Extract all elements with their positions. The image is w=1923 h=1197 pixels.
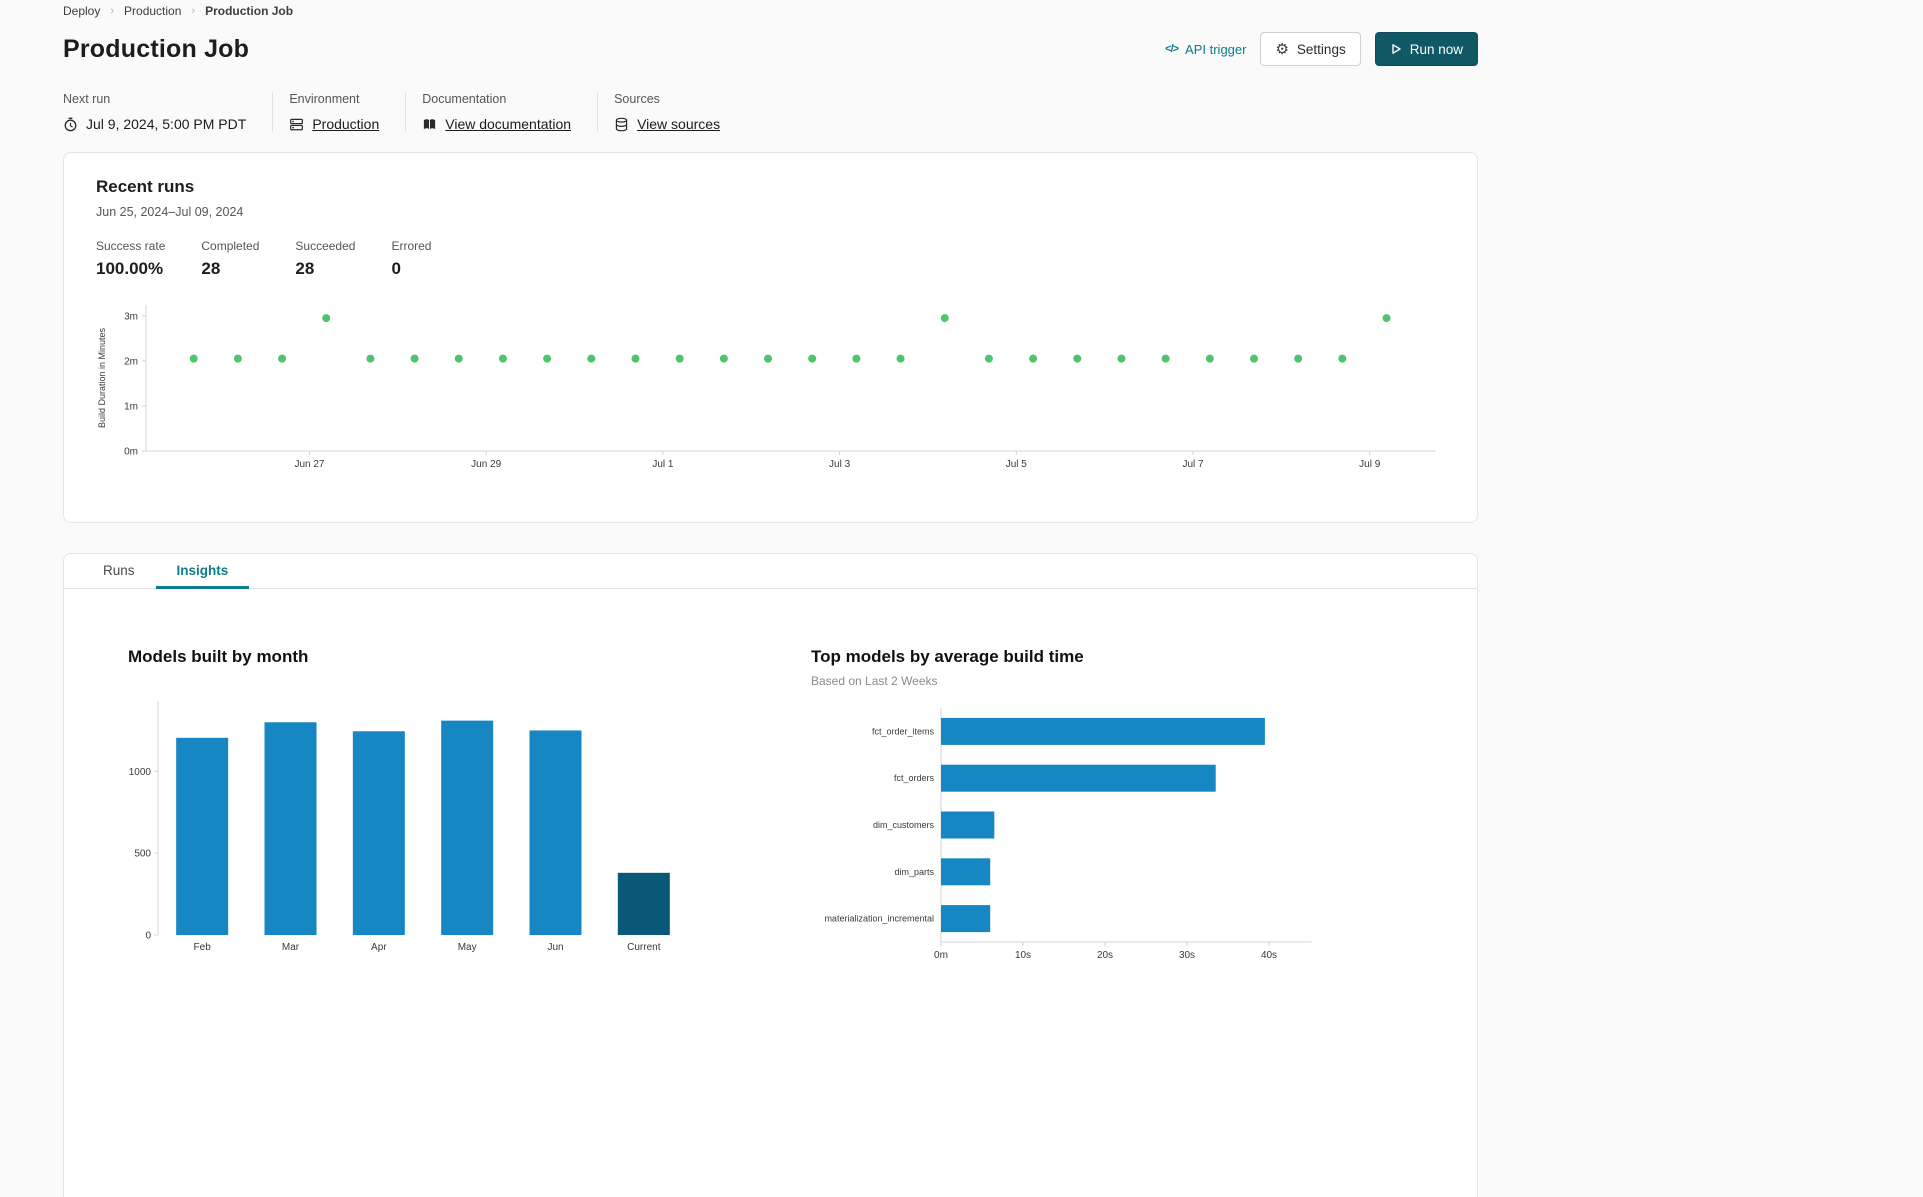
stat-label: Completed	[201, 239, 260, 253]
recent-runs-stats: Success rate 100.00% Completed 28 Succee…	[96, 239, 1445, 279]
docs-book-icon	[422, 117, 437, 132]
recent-runs-card: Recent runs Jun 25, 2024–Jul 09, 2024 Su…	[63, 152, 1478, 523]
stat-label: Success rate	[96, 239, 166, 253]
svg-text:materialization_incremental: materialization_incremental	[824, 914, 934, 924]
settings-button[interactable]: ⚙ Settings	[1260, 32, 1361, 66]
svg-text:Current: Current	[627, 942, 661, 953]
svg-text:0: 0	[145, 931, 151, 942]
svg-text:fct_orders: fct_orders	[894, 773, 935, 783]
svg-text:Jun 29: Jun 29	[471, 459, 501, 470]
svg-text:Jun: Jun	[547, 942, 563, 953]
chevron-right-icon: ›	[191, 5, 196, 17]
top-models-title: Top models by average build time	[811, 647, 1084, 666]
svg-text:3m: 3m	[124, 311, 138, 322]
stat-value: 0	[391, 259, 401, 278]
tab-runs[interactable]: Runs	[82, 554, 156, 588]
svg-text:Jul 5: Jul 5	[1006, 459, 1028, 470]
view-documentation-link[interactable]: View documentation	[445, 116, 571, 132]
api-trigger-label: API trigger	[1185, 41, 1247, 57]
svg-text:dim_parts: dim_parts	[894, 867, 934, 877]
environment-label: Environment	[289, 92, 360, 106]
recent-runs-title: Recent runs	[96, 177, 195, 196]
stat-label: Errored	[391, 239, 432, 253]
database-icon	[614, 117, 629, 132]
header-actions: </> API trigger ⚙ Settings Run now	[1165, 32, 1478, 66]
stat-success-rate: Success rate 100.00%	[96, 239, 165, 279]
svg-text:Jul 3: Jul 3	[829, 459, 851, 470]
stat-label: Succeeded	[295, 239, 356, 253]
models-built-title: Models built by month	[128, 647, 309, 666]
models-built-block: Models built by month 0 500 1000 Feb Mar Apr M…	[128, 647, 811, 979]
meta-documentation: Documentation View documentation	[405, 92, 597, 132]
top-models-block: Top models by average build time Based o…	[811, 647, 1411, 979]
svg-text:0m: 0m	[124, 447, 138, 458]
run-now-label: Run now	[1409, 41, 1463, 57]
insights-card: Runs Insights Models built by month 0 500…	[63, 553, 1478, 1197]
svg-text:1000: 1000	[129, 767, 152, 778]
svg-text:fct_order_items: fct_order_items	[872, 726, 935, 736]
svg-text:Jul 7: Jul 7	[1182, 459, 1204, 470]
stat-completed: Completed 28	[201, 239, 259, 279]
play-icon	[1390, 43, 1402, 55]
meta-environment: Environment Production	[272, 92, 405, 132]
svg-text:0m: 0m	[934, 950, 948, 961]
next-run-value: Jul 9, 2024, 5:00 PM PDT	[86, 116, 247, 132]
svg-text:40s: 40s	[1261, 950, 1277, 961]
svg-text:20s: 20s	[1097, 950, 1113, 961]
stat-value: 28	[295, 259, 315, 278]
svg-text:30s: 30s	[1179, 950, 1195, 961]
svg-text:Apr: Apr	[371, 942, 387, 953]
code-icon: </>	[1165, 43, 1179, 55]
breadcrumb: Deploy › Production › Production Job	[63, 4, 1478, 18]
tab-insights[interactable]: Insights	[155, 554, 250, 589]
breadcrumb-current-page: Production Job	[205, 4, 294, 18]
environment-icon	[289, 117, 304, 132]
svg-text:Feb: Feb	[194, 942, 212, 953]
meta-sources: Sources View sources	[597, 92, 746, 132]
meta-next-run: Next run Jul 9, 2024, 5:00 PM PDT	[63, 92, 272, 132]
svg-text:Jul 1: Jul 1	[652, 459, 674, 470]
page-content: Deploy › Production › Production Job Pro…	[63, 0, 1478, 1197]
gear-icon: ⚙	[1275, 40, 1289, 58]
svg-text:500: 500	[134, 849, 151, 860]
svg-text:Mar: Mar	[282, 942, 300, 953]
breadcrumb-production[interactable]: Production	[124, 4, 181, 18]
view-sources-link[interactable]: View sources	[637, 116, 720, 132]
settings-label: Settings	[1296, 41, 1346, 57]
svg-text:Jun 27: Jun 27	[294, 459, 324, 470]
chevron-right-icon: ›	[110, 5, 115, 17]
sources-label: Sources	[614, 92, 660, 106]
stat-errored: Errored 0	[391, 239, 431, 279]
breadcrumb-deploy[interactable]: Deploy	[63, 4, 100, 18]
documentation-label: Documentation	[422, 92, 507, 106]
stat-succeeded: Succeeded 28	[295, 239, 355, 279]
next-run-label: Next run	[63, 92, 111, 106]
svg-text:2m: 2m	[124, 356, 138, 367]
clock-icon	[63, 117, 78, 132]
tab-bar: Runs Insights	[64, 554, 1477, 589]
svg-text:1m: 1m	[124, 401, 138, 412]
build-duration-scatter-chart: 0m 1m 2m 3m Jun 27 Jun 29 Jul 1 Jul 3 Jul 5 Jul 7…	[96, 301, 1445, 486]
stat-value: 28	[201, 259, 221, 278]
svg-text:Jul 9: Jul 9	[1359, 459, 1381, 470]
top-models-hbar-chart: 0m 10s 20s 30s 40s fct_order_items fct_ordersd…	[811, 702, 1411, 979]
stat-value: 100.00%	[96, 259, 164, 278]
environment-link[interactable]: Production	[312, 116, 379, 132]
models-built-bar-chart: 0 500 1000 Feb Mar Apr May Jun Current	[128, 693, 811, 966]
svg-text:Build Duration in Minutes: Build Duration in Minutes	[97, 327, 107, 428]
page-title: Production Job	[63, 34, 250, 63]
run-now-button[interactable]: Run now	[1374, 32, 1478, 66]
page-header: Production Job </> API trigger ⚙ Setting…	[63, 32, 1478, 66]
svg-text:10s: 10s	[1015, 950, 1031, 961]
insights-body: Models built by month 0 500 1000 Feb Mar Apr M…	[64, 589, 1477, 1019]
job-meta-row: Next run Jul 9, 2024, 5:00 PM PDT Enviro…	[63, 92, 1478, 132]
top-models-subtitle: Based on Last 2 Weeks	[811, 674, 938, 688]
svg-text:May: May	[458, 942, 477, 953]
recent-runs-date-range: Jun 25, 2024–Jul 09, 2024	[96, 205, 244, 219]
svg-text:dim_customers: dim_customers	[873, 820, 935, 830]
api-trigger-link[interactable]: </> API trigger	[1165, 42, 1246, 57]
